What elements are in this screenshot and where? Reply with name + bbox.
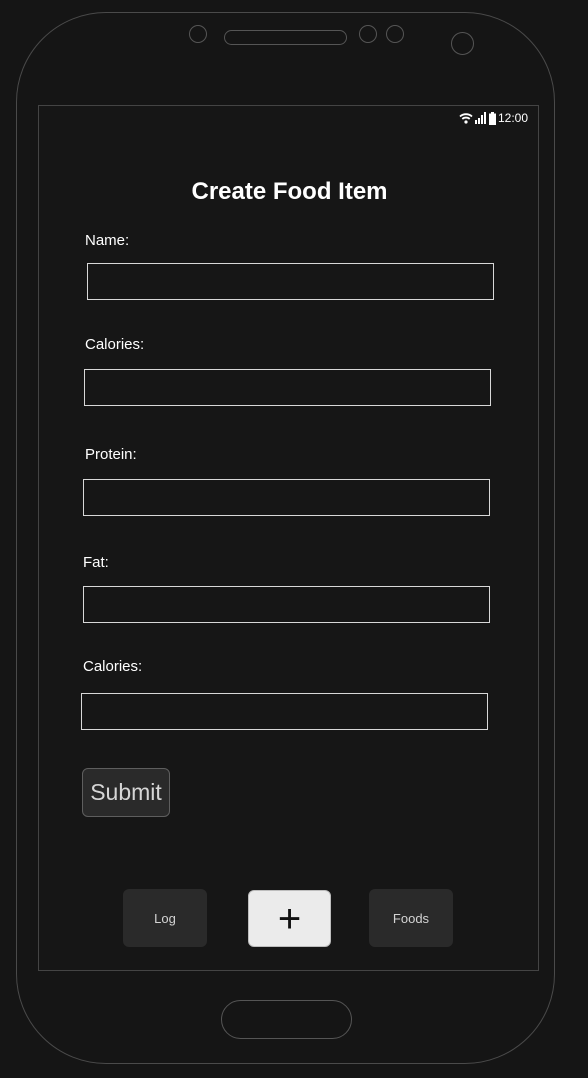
add-button[interactable]: +: [248, 890, 331, 947]
submit-button[interactable]: Submit: [82, 768, 170, 817]
nav-log-button[interactable]: Log: [123, 889, 207, 947]
signal-icon: [474, 112, 487, 124]
fat-label: Fat:: [83, 554, 109, 571]
calories-label: Calories:: [85, 336, 145, 353]
speaker-grille: [224, 30, 347, 45]
battery-icon: [488, 111, 496, 125]
wifi-icon: [459, 112, 473, 124]
status-time: 12:00: [497, 111, 528, 125]
protein-label: Protein:: [85, 446, 137, 463]
name-field[interactable]: [87, 263, 494, 300]
fat-field[interactable]: [83, 586, 490, 623]
nav-foods-button[interactable]: Foods: [369, 889, 453, 947]
protein-field[interactable]: [83, 479, 490, 516]
plus-icon: +: [277, 896, 302, 941]
home-button[interactable]: [221, 1000, 352, 1039]
calories-field[interactable]: [84, 369, 491, 406]
calories-field-2[interactable]: [81, 693, 488, 730]
name-label: Name:: [85, 232, 130, 249]
page-title: Create Food Item: [191, 178, 388, 205]
sensor-icon: [359, 25, 377, 43]
app-screen: 12:00 Create Food Item Name: Calories: P…: [38, 105, 539, 971]
sensor-icon: [386, 25, 404, 43]
front-camera-icon: [451, 32, 474, 55]
status-bar: 12:00: [459, 111, 528, 125]
calories-label-2: Calories:: [83, 658, 143, 675]
sensor-icon: [189, 25, 207, 43]
